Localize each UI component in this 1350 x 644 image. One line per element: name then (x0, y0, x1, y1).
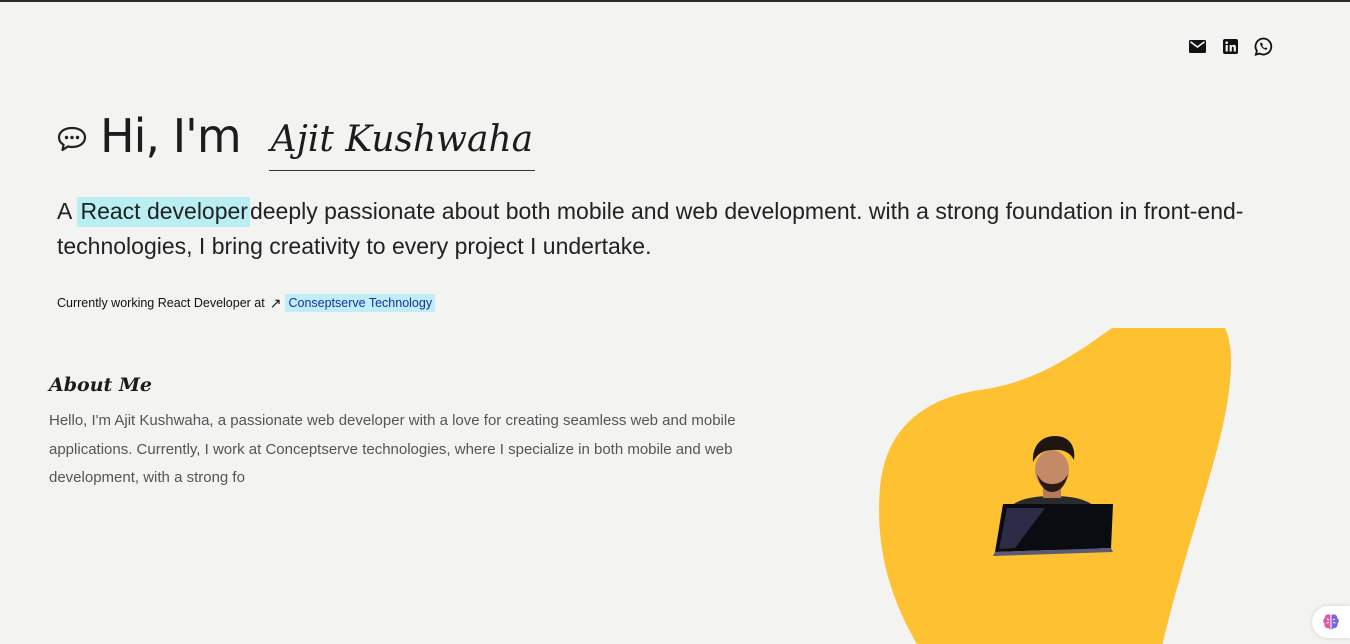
intro-prefix: A (57, 198, 72, 224)
assistant-badge[interactable] (1312, 606, 1350, 638)
intro-paragraph: A React developerdeeply passionate about… (57, 194, 1247, 264)
greeting-text: Hi, I'm (100, 109, 242, 163)
hero-title: Hi, I'm Ajit Kushwaha (56, 107, 536, 171)
social-links (1188, 37, 1273, 56)
mail-icon[interactable] (1188, 37, 1207, 56)
company-link[interactable]: Conseptserve Technology (285, 294, 436, 312)
current-position: Currently working React Developer at ↗ C… (57, 294, 436, 312)
chat-bubble-icon (57, 126, 87, 152)
external-arrow-icon: ↗ (269, 294, 282, 311)
linkedin-icon[interactable] (1221, 37, 1240, 56)
about-text: Hello, I'm Ajit Kushwaha, a passionate w… (49, 412, 736, 486)
profile-avatar (993, 436, 1113, 556)
brain-icon (1323, 614, 1339, 630)
hero-name: Ajit Kushwaha (268, 114, 536, 171)
whatsapp-icon[interactable] (1254, 37, 1273, 56)
about-heading: About Me (49, 374, 153, 396)
current-text: Currently working React Developer at (57, 296, 265, 310)
highlight-role: React developer (77, 197, 250, 227)
